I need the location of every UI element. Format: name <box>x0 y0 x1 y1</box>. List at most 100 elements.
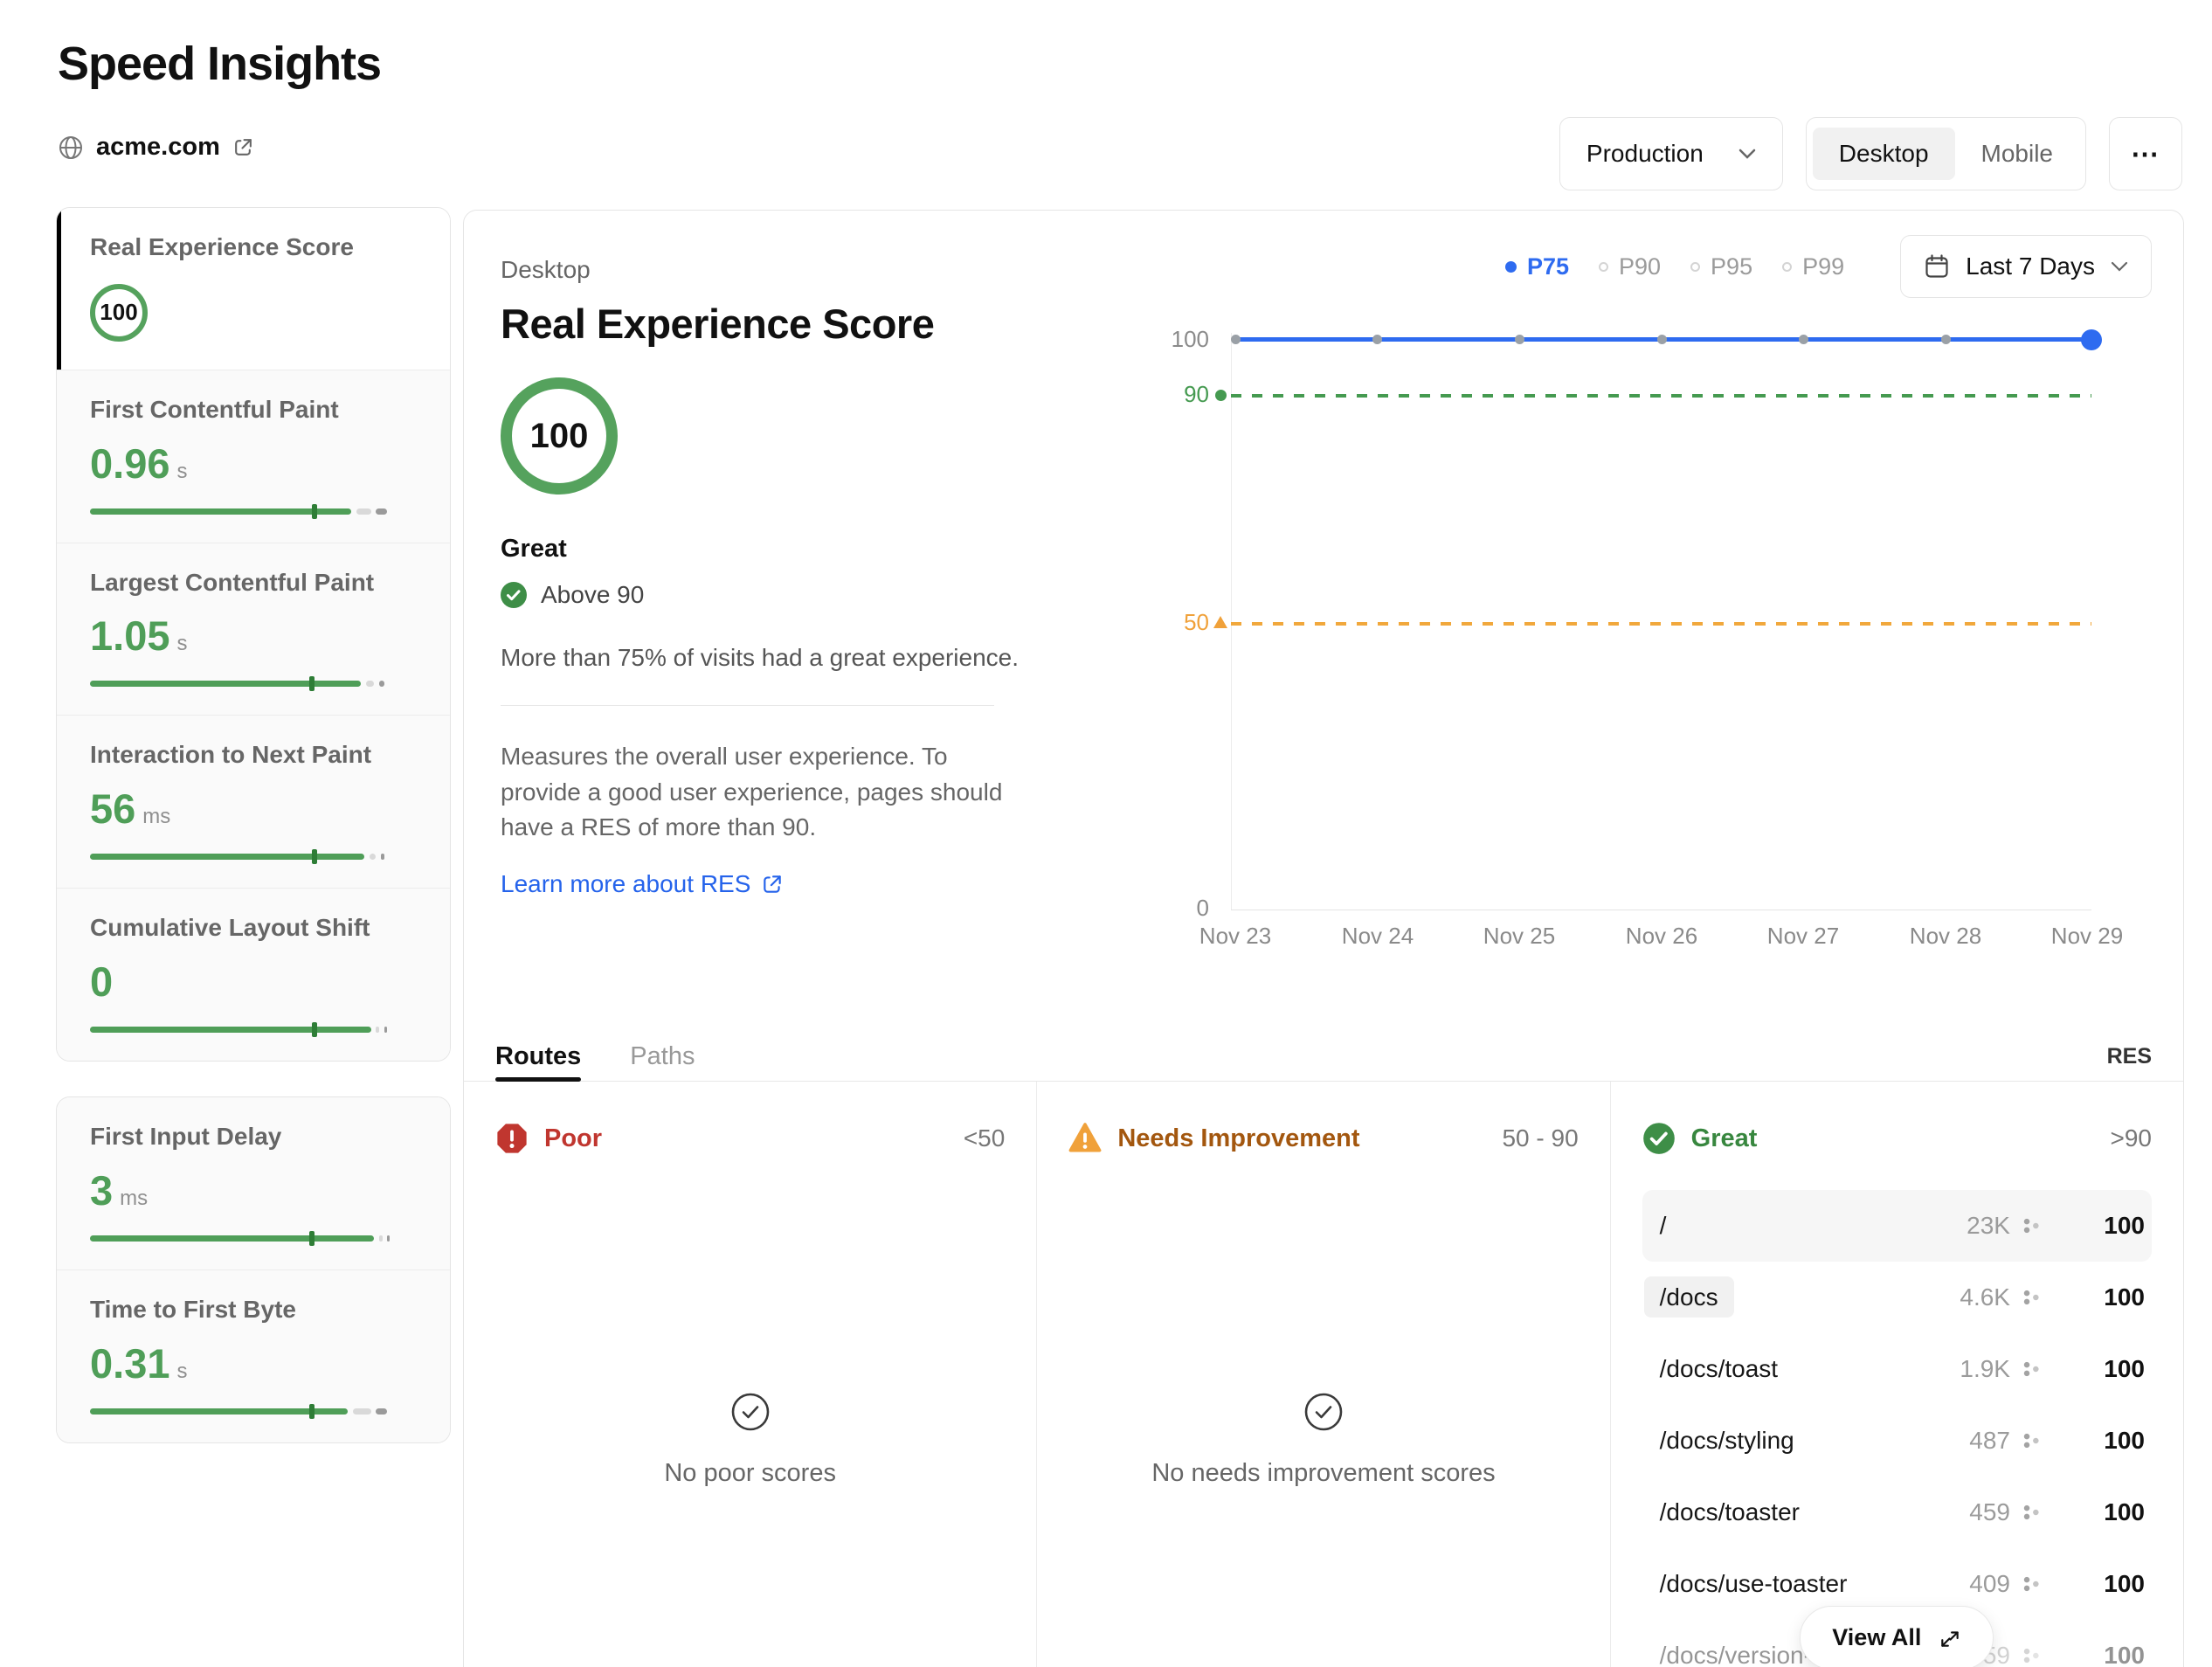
data-point <box>1515 335 1524 344</box>
y-tick-50: 50 <box>1184 609 1209 635</box>
core-metrics-group: Real Experience Score 100 First Contentf… <box>56 207 451 1062</box>
data-point <box>1657 335 1667 344</box>
x-tick: Nov 25 <box>1483 923 1556 949</box>
page-title: Speed Insights <box>58 38 382 90</box>
device-toggle-mobile[interactable]: Mobile <box>1955 128 2079 180</box>
sidebar-item-real-experience-score[interactable]: Real Experience Score 100 <box>57 208 450 370</box>
x-tick: Nov 26 <box>1625 923 1698 949</box>
great-routes-list: / 23K 100 /docs 4.6K 100 /docs/toast 1.9… <box>1642 1190 2152 1667</box>
metric-distribution-bar <box>90 1230 417 1246</box>
metric-value: 56 <box>90 785 136 833</box>
p75-dot-icon <box>1504 260 1517 273</box>
legacy-metrics-group: First Input Delay 3 ms Time to First Byt… <box>56 1096 451 1443</box>
route-score: 100 <box>2104 1355 2145 1382</box>
calendar-icon <box>1924 253 1950 280</box>
environment-label: Production <box>1586 140 1704 167</box>
route-path: /docs/styling <box>1659 1427 1794 1454</box>
metric-value: 3 <box>90 1166 114 1214</box>
metric-unit: s <box>176 459 188 483</box>
route-path: /docs/toast <box>1659 1355 1779 1382</box>
legend-item-p99[interactable]: P99 <box>1782 253 1844 280</box>
needs-improvement-column: Needs Improvement 50 - 90 No needs impro… <box>1036 1082 1609 1667</box>
metric-unit: s <box>176 632 188 656</box>
legend-item-p90[interactable]: P90 <box>1599 253 1661 280</box>
route-score: 100 <box>2104 1427 2145 1454</box>
check-circle-outline-icon <box>729 1391 771 1433</box>
bucket-name: Needs Improvement <box>1117 1124 1360 1152</box>
tab-routes[interactable]: Routes <box>495 1032 582 1082</box>
warning-triangle-icon <box>1068 1122 1102 1155</box>
learn-more-link[interactable]: Learn more about RES <box>501 870 1068 898</box>
chart-controls: P75 P90 P95 P99 Last 7 Days <box>1504 235 2152 298</box>
route-path: /docs <box>1643 1276 1960 1318</box>
bucket-range: >90 <box>2110 1124 2152 1152</box>
expand-icon <box>1939 1627 1961 1650</box>
route-count: 459 <box>1969 1498 2010 1525</box>
legend-item-p75[interactable]: P75 <box>1504 253 1569 280</box>
x-tick: Nov 24 <box>1341 923 1414 949</box>
y-tick-0: 0 <box>1196 895 1209 921</box>
view-all-button[interactable]: View All <box>1800 1606 1994 1667</box>
needs-improvement-empty-state: No needs improvement scores <box>1068 1391 1578 1488</box>
threshold-90-marker-icon <box>1215 390 1227 401</box>
tab-paths[interactable]: Paths <box>630 1032 695 1081</box>
environment-select[interactable]: Production <box>1559 117 1783 190</box>
sidebar-item-first-contentful-paint[interactable]: First Contentful Paint 0.96 s <box>57 369 450 543</box>
empty-state-text: No needs improvement scores <box>1151 1459 1496 1487</box>
metric-label: Real Experience Score <box>90 233 354 260</box>
chevron-down-icon <box>1738 148 1756 160</box>
date-range-select[interactable]: Last 7 Days <box>1900 235 2152 298</box>
route-count: 4.6K <box>1960 1283 2010 1311</box>
data-points-icon <box>2021 1214 2043 1237</box>
device-context-label: Desktop <box>501 256 591 283</box>
device-toggle-desktop[interactable]: Desktop <box>1812 128 1955 180</box>
res-status: Great <box>501 535 567 563</box>
y-axis-line <box>1231 333 1232 910</box>
route-path: / <box>1659 1212 1667 1239</box>
metric-label: Time to First Byte <box>90 1295 296 1323</box>
check-circle-icon <box>501 582 527 608</box>
sidebar-item-time-to-first-byte[interactable]: Time to First Byte 0.31 s <box>57 1269 450 1442</box>
x-tick: Nov 27 <box>1766 923 1840 949</box>
threshold-50-marker-icon <box>1213 616 1227 628</box>
y-tick-100: 100 <box>1171 326 1209 352</box>
speed-insights-page: Speed Insights acme.com Production Deskt… <box>0 0 2212 1667</box>
res-title: Real Experience Score <box>501 301 935 347</box>
metric-unit: s <box>176 1359 188 1383</box>
route-row[interactable]: / 23K 100 <box>1642 1190 2152 1262</box>
x-tick: Nov 29 <box>2050 923 2124 949</box>
metric-distribution-bar <box>90 676 417 692</box>
more-options-button[interactable]: ⋯ <box>2109 117 2182 190</box>
res-trend-chart: 100 90 50 0 Nov 23 Nov 24 Nov 25 Nov 26 … <box>1145 307 2167 997</box>
res-summary-text: More than 75% of visits had a great expe… <box>501 644 1020 671</box>
route-count: 23K <box>1967 1212 2010 1239</box>
route-row[interactable]: /docs/styling 487 100 <box>1642 1405 2152 1477</box>
route-row[interactable]: /docs/toast 1.9K 100 <box>1642 1333 2152 1405</box>
device-toggle: Desktop Mobile <box>1805 117 2086 190</box>
sidebar-item-first-input-delay[interactable]: First Input Delay 3 ms <box>57 1096 450 1269</box>
p90-ring-icon <box>1599 261 1608 272</box>
globe-icon <box>58 135 84 161</box>
alert-octagon-icon <box>495 1122 529 1155</box>
metric-label: Largest Contentful Paint <box>90 568 375 596</box>
route-score: 100 <box>2104 1212 2145 1239</box>
sidebar-item-largest-contentful-paint[interactable]: Largest Contentful Paint 1.05 s <box>57 542 450 716</box>
metric-label: Interaction to Next Paint <box>90 741 372 769</box>
route-row[interactable]: /docs/toaster 459 100 <box>1642 1477 2152 1548</box>
data-points-icon <box>2021 1501 2043 1524</box>
site-domain-link[interactable]: acme.com <box>58 133 254 162</box>
legend-item-p95[interactable]: P95 <box>1690 253 1752 280</box>
chevron-down-icon <box>2111 260 2128 273</box>
metric-value: 0.96 <box>90 439 170 487</box>
date-range-label: Last 7 Days <box>1966 252 2095 280</box>
check-circle-icon <box>1642 1122 1676 1155</box>
res-summary-block: Desktop Real Experience Score 100 Great … <box>501 256 1068 898</box>
sidebar-item-interaction-to-next-paint[interactable]: Interaction to Next Paint 56 ms <box>57 715 450 889</box>
route-count: 409 <box>1969 1570 2010 1597</box>
divider <box>501 705 994 706</box>
external-link-icon <box>761 873 784 896</box>
bucket-name: Great <box>1690 1124 1758 1152</box>
route-row[interactable]: /docs 4.6K 100 <box>1642 1262 2152 1333</box>
route-path: /docs/toaster <box>1659 1498 1800 1525</box>
sidebar-item-cumulative-layout-shift[interactable]: Cumulative Layout Shift 0 <box>57 888 450 1061</box>
